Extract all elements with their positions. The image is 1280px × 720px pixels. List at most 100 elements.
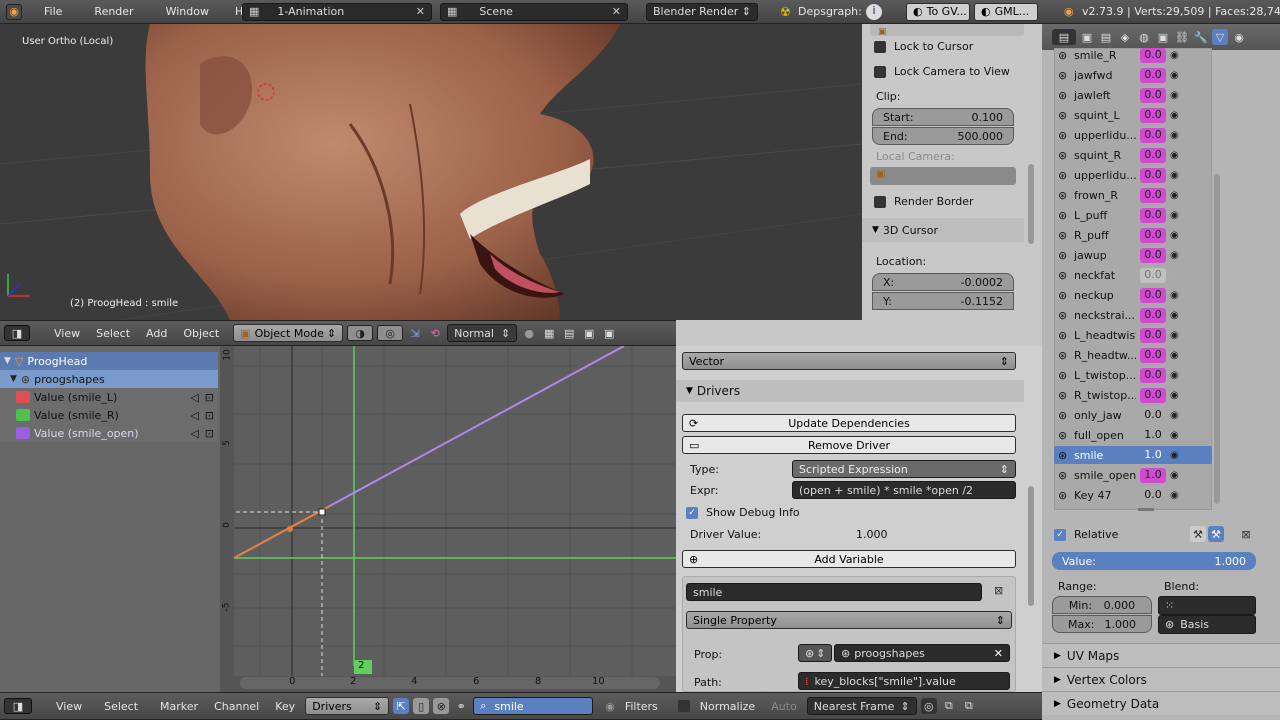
channel-color-swatch[interactable] [16,427,30,439]
menu-render[interactable]: Render [86,5,141,18]
menu-window[interactable]: Window [158,5,217,18]
shape-key-row[interactable]: ⊛ jawfwd 0.0 ◉ [1054,66,1244,84]
mute-icon[interactable]: ◁ [190,391,198,404]
lock-camera-row[interactable]: Lock Camera to View [874,65,1010,78]
relative-checkbox[interactable]: ✓ [1054,528,1066,541]
drivers-panel-header[interactable]: ▼ Drivers [676,380,1024,402]
lock-icon[interactable]: ⊡ [205,409,214,422]
menu-add[interactable]: Add [140,327,173,340]
shape-key-value[interactable]: 0.0 [1140,47,1166,63]
layout-close-icon[interactable]: ✕ [416,5,425,18]
layers-tab-icon[interactable]: ▤ [1098,29,1114,45]
scene-selector[interactable]: ▦ Scene ✕ [440,2,628,21]
close-icon[interactable]: ✕ [994,647,1003,660]
remove-driver-button[interactable]: ▭ Remove Driver [682,436,1016,454]
drivers-scrollbar[interactable] [1028,486,1034,606]
menu-key[interactable]: Key [269,700,301,713]
shape-key-row[interactable]: ⊛ neckup 0.0 ◉ [1054,286,1244,304]
channel-shapes-row[interactable]: ▼ ⊛ proogshapes [0,370,218,388]
visibility-eye-icon[interactable]: ◉ [1170,490,1179,501]
shape-key-value[interactable]: 1.0 [1140,467,1166,483]
shape-key-row[interactable]: ⊛ L_headtwist 0.0 ◉ [1054,326,1244,344]
mute-icon[interactable]: ◁ [190,427,198,440]
visibility-eye-icon[interactable]: ◉ [1170,410,1179,421]
render-camera-icon[interactable]: ▣ [581,325,597,341]
show-hidden-icon[interactable]: ▯ [413,698,430,714]
variable-name-input[interactable]: smile [686,583,982,601]
add-variable-button[interactable]: ⊕ Add Variable [682,550,1016,568]
render-border-checkbox[interactable] [874,195,886,208]
menu-select[interactable]: Select [90,327,136,340]
visibility-eye-icon[interactable]: ◉ [1170,350,1179,361]
snap-mode-select[interactable]: Nearest Frame ⇕ [806,697,917,715]
scene-close-icon[interactable]: ✕ [612,5,621,18]
driver-type-select[interactable]: Scripted Expression ⇕ [792,460,1016,478]
clear-icon[interactable]: ⊠ [1238,526,1254,542]
3d-cursor-panel-header[interactable]: ▼ 3D Cursor [862,218,1024,242]
expand-icon[interactable]: ▼ [4,356,11,366]
shape-key-row[interactable]: ⊛ only_jaw 0.0 ◉ [1054,406,1244,424]
info-icon[interactable]: i [866,3,882,20]
modifier-tab-icon[interactable]: 🔧 [1193,29,1209,45]
render-anim-icon[interactable]: ▣ [601,325,617,341]
shape-key-row[interactable]: ⊛ jawup 0.0 ◉ [1054,246,1244,264]
visibility-eye-icon[interactable]: ◉ [1170,210,1179,221]
pivot-icon[interactable]: ◎ [920,698,937,714]
render-tab-icon[interactable]: ▣ [1079,29,1095,45]
editor-type-icon[interactable]: ◨ [4,698,32,714]
shape-key-value[interactable]: 1.0 [1140,448,1166,463]
variable-type-select[interactable]: Single Property ⇕ [686,611,1012,629]
shape-key-row[interactable]: ⊛ upperlidu... 0.0 ◉ [1054,166,1244,184]
shape-key-row[interactable]: ⊛ neckfat 0.0 ◉ [1054,266,1244,284]
shape-key-row[interactable]: ⊛ L_puff 0.0 ◉ [1054,206,1244,224]
blender-logo-icon[interactable]: ◉ [6,3,22,20]
npanel-scrollbar[interactable] [1028,164,1034,244]
gml-button[interactable]: ◐ GML... [974,2,1038,21]
channel-item[interactable]: Value (smile_R) ◁ ⊡ [0,406,218,424]
visibility-eye-icon[interactable]: ◉ [1170,90,1179,101]
channel-color-swatch[interactable] [16,391,30,403]
shape-key-row[interactable]: ⊛ smile_R 0.0 ◉ [1054,46,1244,64]
editor-type-icon[interactable]: ▤ [1052,29,1076,45]
auto-normalize-label[interactable]: Auto [765,700,803,713]
graph-editor[interactable]: 10 5 0 -5 0 2 4 6 8 10 2 [220,346,676,692]
visibility-eye-icon[interactable]: ◉ [1170,150,1179,161]
shape-key-row[interactable]: ⊛ neckstrai... 0.0 ◉ [1054,306,1244,324]
shape-key-value[interactable]: 0.0 [1140,488,1166,503]
show-debug-row[interactable]: ✓ Show Debug Info [686,506,800,519]
menu-channel[interactable]: Channel [208,700,265,713]
visibility-eye-icon[interactable]: ◉ [1170,170,1179,181]
shape-key-row[interactable]: ⊛ smile_open 1.0 ◉ [1054,466,1244,484]
lock-to-cursor-checkbox[interactable] [874,40,886,53]
shape-key-row[interactable]: ⊛ squint_R 0.0 ◉ [1054,146,1244,164]
filters-dot-icon[interactable]: ◉ [605,700,615,713]
vector-select[interactable]: Vector ⇕ [682,352,1016,370]
debug-checkbox[interactable]: ✓ [686,506,698,519]
mute-icon[interactable]: ◁ [190,409,198,422]
list-resize-handle[interactable] [1138,508,1154,511]
relative-row[interactable]: ✓ Relative [1054,528,1118,541]
shading-icon[interactable]: ◑ [347,325,374,341]
orientation-select[interactable]: Normal ⇕ [447,324,518,342]
shape-key-row[interactable]: ⊛ squint_L 0.0 ◉ [1054,106,1244,124]
visibility-eye-icon[interactable]: ◉ [1170,330,1179,341]
shape-key-row[interactable]: ⊛ upperlidu... 0.0 ◉ [1054,126,1244,144]
material-tab-icon[interactable]: ◉ [1231,29,1247,45]
visibility-eye-icon[interactable]: ◉ [1170,110,1179,121]
apply-shape-icon[interactable]: ⚒ [1208,526,1224,542]
shape-key-value[interactable]: 0.0 [1140,247,1166,263]
clip-start-field[interactable]: Start: 0.100 [872,108,1014,126]
visibility-eye-icon[interactable]: ◉ [1170,50,1179,61]
filters-toggle[interactable]: Filters [619,700,664,713]
expression-input[interactable]: (open + smile) * smile *open /2 [792,481,1016,499]
menu-view[interactable]: View [50,700,88,713]
menu-marker[interactable]: Marker [154,700,204,713]
shape-key-value[interactable]: 0.0 [1140,87,1166,103]
render-engine-select[interactable]: Blender Render ⇕ [646,2,758,21]
editor-type-icon[interactable]: ◨ [4,325,30,341]
visibility-eye-icon[interactable]: ◉ [1170,130,1179,141]
clip-end-field[interactable]: End: 500.000 [872,127,1014,145]
lock-camera-checkbox[interactable] [874,65,886,78]
copy-icon[interactable]: ⧉ [941,698,957,714]
menu-object[interactable]: Object [177,327,225,340]
